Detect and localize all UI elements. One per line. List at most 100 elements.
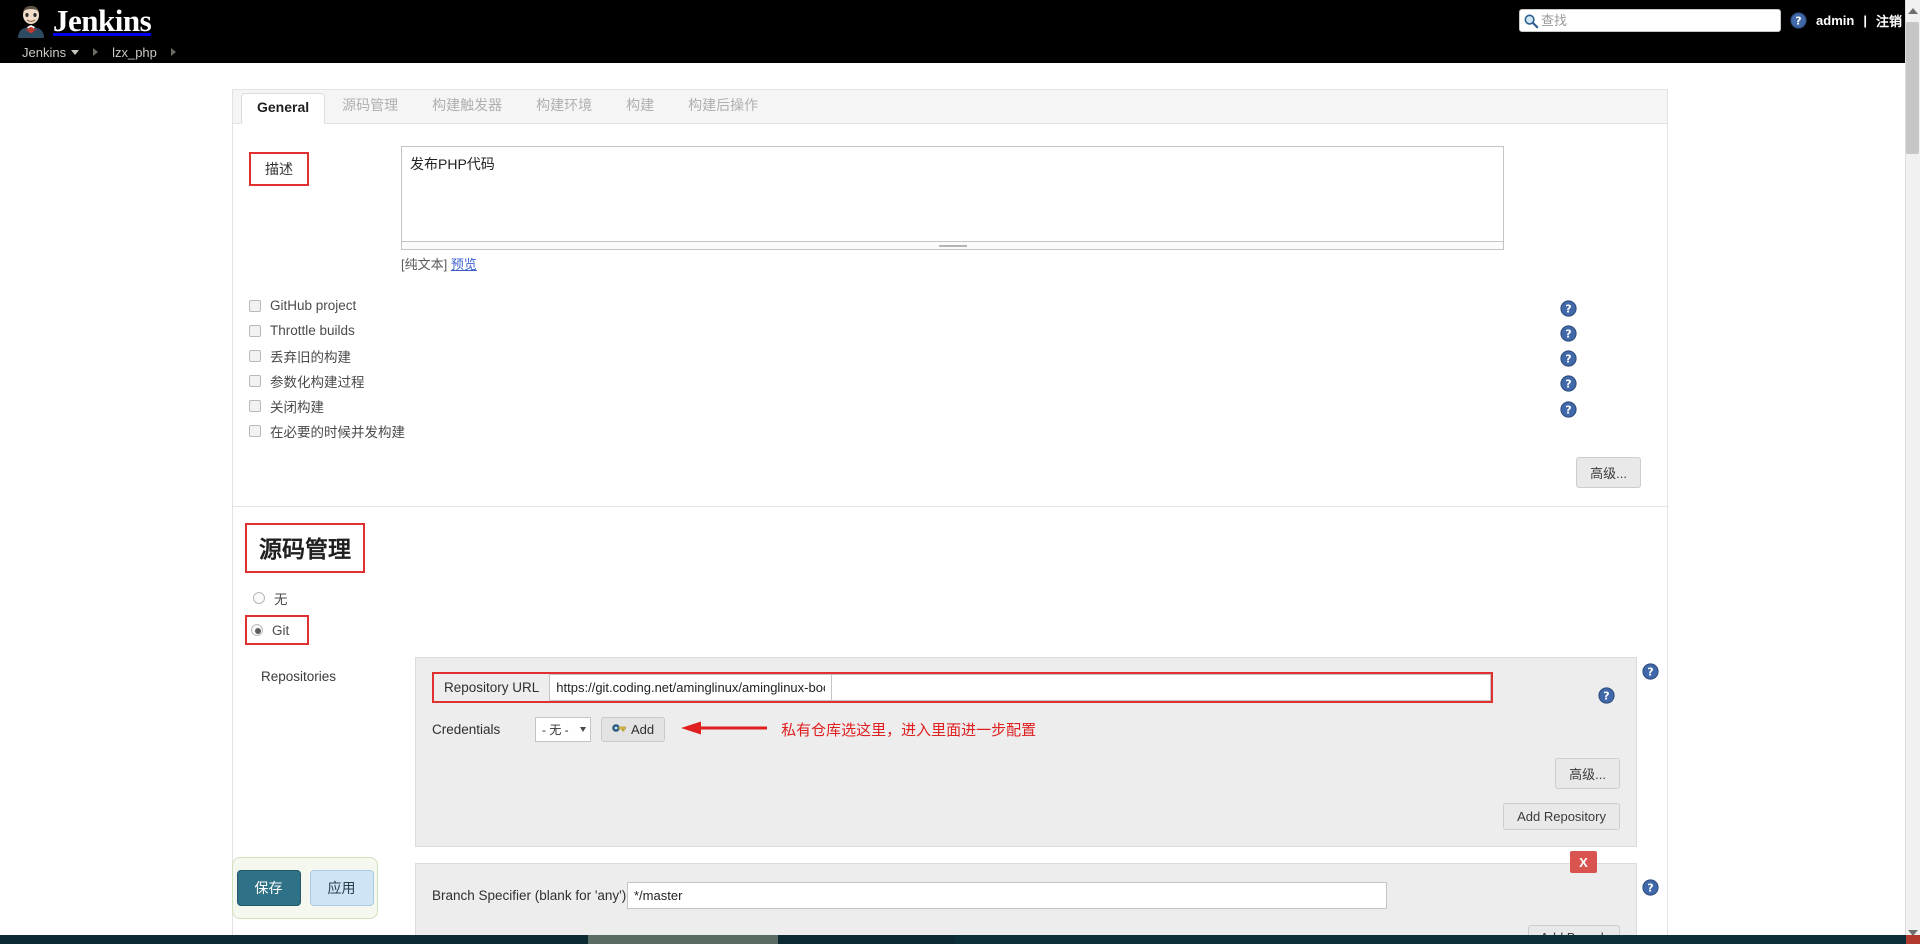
left-arrow-icon bbox=[681, 720, 768, 739]
help-icon-concurrent-builds[interactable]: ? bbox=[1560, 401, 1577, 418]
form-action-bar: 保存 应用 bbox=[232, 857, 378, 919]
repositories-row: Repositories Repository URL https://git.… bbox=[233, 645, 1667, 847]
arrow-up-icon bbox=[1907, 8, 1918, 14]
radio-git[interactable] bbox=[251, 624, 263, 636]
tab-build[interactable]: 构建 bbox=[609, 89, 671, 123]
scroll-up-button[interactable] bbox=[1906, 3, 1919, 19]
checkbox-discard-old-builds[interactable] bbox=[249, 349, 261, 362]
breadcrumb: Jenkins lzx_php bbox=[0, 41, 1920, 63]
chevron-down-icon[interactable] bbox=[71, 49, 80, 55]
os-taskbar-strip bbox=[0, 935, 1920, 944]
radio-git-highlight-box: Git bbox=[245, 615, 310, 645]
taskbar-segment-2 bbox=[955, 935, 1920, 944]
git-advanced-button[interactable]: 高级... bbox=[1555, 758, 1620, 789]
tab-build-triggers[interactable]: 构建触发器 bbox=[415, 89, 519, 123]
separator-pipe: | bbox=[1863, 13, 1867, 28]
add-repository-row: Add Repository bbox=[432, 803, 1620, 830]
checkbox-throttle-builds[interactable] bbox=[249, 324, 261, 337]
delete-branch-button[interactable]: X bbox=[1570, 851, 1597, 873]
description-textarea[interactable] bbox=[401, 146, 1504, 242]
job-config-panel: General 源码管理 构建触发器 构建环境 构建 构建后操作 描述 发布PH… bbox=[232, 89, 1668, 944]
add-repository-button[interactable]: Add Repository bbox=[1503, 803, 1620, 830]
checkbox-label-concurrent-builds: 在必要的时候并发构建 bbox=[270, 424, 405, 440]
page-body: General 源码管理 构建触发器 构建环境 构建 构建后操作 描述 发布PH… bbox=[0, 63, 1920, 944]
description-label: 描述 bbox=[249, 152, 309, 186]
radio-row-git[interactable]: Git bbox=[251, 619, 289, 641]
tab-source-code-management[interactable]: 源码管理 bbox=[325, 89, 415, 123]
help-icon-throttle-builds[interactable]: ? bbox=[1560, 300, 1577, 317]
svg-text:?: ? bbox=[1565, 353, 1571, 366]
search-box[interactable] bbox=[1519, 9, 1782, 32]
tab-post-build-actions[interactable]: 构建后操作 bbox=[671, 89, 775, 123]
description-format-row: [纯文本] 预览 bbox=[401, 254, 1667, 273]
help-icon-repository-url[interactable]: ? bbox=[1598, 687, 1615, 704]
svg-text:?: ? bbox=[1565, 404, 1571, 417]
topbar-right-group: ? admin | 注销 bbox=[1519, 0, 1902, 41]
general-advanced-button[interactable]: 高级... bbox=[1576, 457, 1641, 488]
checkbox-row-parameterized-build[interactable]: 参数化构建过程 bbox=[249, 368, 1667, 393]
save-button[interactable]: 保存 bbox=[236, 870, 301, 906]
repository-url-input[interactable] bbox=[549, 674, 833, 701]
annotation-group: 私有仓库选这里，进入里面进一步配置 bbox=[681, 719, 1036, 740]
breadcrumb-separator-icon-2 bbox=[170, 48, 176, 56]
help-circle-icon[interactable]: ? bbox=[1790, 12, 1807, 29]
apply-button[interactable]: 应用 bbox=[309, 870, 374, 906]
add-credentials-button[interactable]: Add bbox=[601, 717, 666, 742]
scrollbar-thumb[interactable] bbox=[1906, 22, 1919, 154]
help-icon-branch-specifier[interactable]: ? bbox=[1642, 879, 1659, 896]
checkbox-github-project[interactable] bbox=[249, 299, 261, 312]
git-branch-block: Branch Specifier (blank for 'any') Add B… bbox=[415, 863, 1637, 944]
checkbox-parameterized-build[interactable] bbox=[249, 374, 261, 387]
svg-text:?: ? bbox=[1647, 666, 1653, 679]
radio-none[interactable] bbox=[253, 592, 265, 604]
repositories-label: Repositories bbox=[261, 669, 337, 684]
help-icon-parameterized-build[interactable]: ? bbox=[1560, 350, 1577, 367]
branches-row: Branches to build Branch Specifier (blan… bbox=[233, 847, 1667, 944]
tab-build-environment[interactable]: 构建环境 bbox=[519, 89, 609, 123]
radio-row-none[interactable]: 无 bbox=[253, 585, 1667, 611]
breadcrumb-item-lzx-php[interactable]: lzx_php bbox=[112, 45, 157, 60]
breadcrumb-separator-icon bbox=[93, 48, 99, 56]
svg-text:?: ? bbox=[1603, 690, 1609, 703]
add-credentials-button-label: Add bbox=[631, 722, 655, 737]
credentials-select[interactable]: - 无 - bbox=[535, 717, 591, 742]
vertical-scrollbar[interactable] bbox=[1905, 0, 1920, 944]
branch-specifier-label: Branch Specifier (blank for 'any') bbox=[432, 888, 627, 903]
checkbox-label-discard-old-builds: 丢弃旧的构建 bbox=[270, 349, 351, 365]
checkbox-label-disable-build: 关闭构建 bbox=[270, 399, 324, 415]
checkbox-label-parameterized-build: 参数化构建过程 bbox=[270, 374, 365, 390]
help-icon-discard-old-builds[interactable]: ? bbox=[1560, 325, 1577, 342]
repository-url-input-extension[interactable] bbox=[832, 674, 1492, 701]
git-advanced-row: 高级... bbox=[432, 758, 1620, 789]
jenkins-job-config-page: Jenkins ? admin | 注销 bbox=[0, 0, 1920, 944]
checkbox-row-discard-old-builds[interactable]: 丢弃旧的构建 bbox=[249, 343, 1667, 368]
checkbox-row-github-project[interactable]: GitHub project bbox=[249, 293, 1667, 318]
config-form: 描述 [纯文本] 预览 GitHub pro bbox=[233, 124, 1667, 944]
current-user-label[interactable]: admin bbox=[1816, 13, 1854, 28]
checkbox-label-throttle-builds: Throttle builds bbox=[270, 323, 355, 338]
textarea-resize-handle[interactable] bbox=[401, 242, 1504, 250]
checkbox-row-disable-build[interactable]: 关闭构建 bbox=[249, 393, 1667, 418]
key-icon bbox=[612, 722, 626, 737]
config-tab-bar: General 源码管理 构建触发器 构建环境 构建 构建后操作 bbox=[233, 90, 1667, 124]
jenkins-home-link[interactable]: Jenkins bbox=[0, 4, 152, 38]
taskbar-segment-3 bbox=[1906, 935, 1920, 944]
general-options-list: GitHub project Throttle builds 丢弃旧的构建 参数… bbox=[233, 273, 1667, 443]
checkbox-row-concurrent-builds[interactable]: 在必要的时候并发构建 bbox=[249, 418, 1667, 443]
branch-specifier-input[interactable] bbox=[627, 882, 1387, 909]
repository-url-group: Repository URL bbox=[432, 672, 1494, 703]
search-input[interactable] bbox=[1539, 11, 1772, 30]
checkbox-disable-build[interactable] bbox=[249, 399, 261, 412]
preview-link[interactable]: 预览 bbox=[451, 257, 477, 272]
help-icon-disable-build[interactable]: ? bbox=[1560, 375, 1577, 392]
checkbox-row-throttle-builds[interactable]: Throttle builds bbox=[249, 318, 1667, 343]
credentials-label: Credentials bbox=[432, 722, 501, 737]
checkbox-concurrent-builds[interactable] bbox=[249, 424, 261, 437]
tab-general[interactable]: General bbox=[241, 93, 326, 124]
scm-radio-group: 无 Git bbox=[245, 585, 1667, 645]
chevron-down-icon bbox=[580, 727, 586, 732]
scm-section: 源码管理 无 Git bbox=[233, 507, 1667, 645]
breadcrumb-item-jenkins[interactable]: Jenkins bbox=[22, 45, 66, 60]
help-icon-repositories[interactable]: ? bbox=[1642, 663, 1659, 680]
logout-link[interactable]: 注销 bbox=[1876, 11, 1902, 30]
